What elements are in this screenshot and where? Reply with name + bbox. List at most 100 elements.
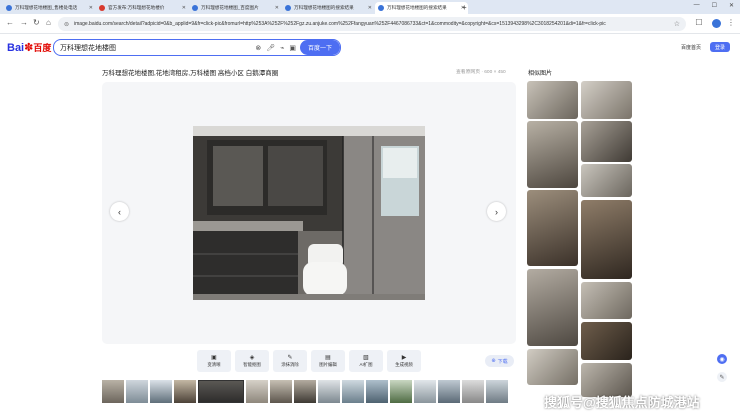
tab-title: 万科理想花地楼图_百度图片 [201,5,259,10]
baidu-favicon-icon [378,5,384,11]
filmstrip-thumb[interactable] [318,380,340,403]
filmstrip-thumb[interactable] [462,380,484,403]
image-viewer: ‹ › [102,82,516,344]
related-image[interactable] [527,121,578,188]
filmstrip-thumb[interactable] [246,380,268,403]
chevron-right-icon: › [495,206,498,217]
microphone-icon[interactable]: 🎤︎ [266,44,275,52]
related-image[interactable] [527,81,578,119]
new-tab-button[interactable]: + [462,3,467,12]
extensions-icon[interactable]: ☐ [694,18,704,28]
close-icon[interactable]: ✕ [368,5,372,11]
expand-icon: ▧ [363,354,369,361]
tool-erase[interactable]: ✎ 涂抹消除 [273,350,307,372]
home-icon[interactable]: ⌂ [46,18,51,27]
cutout-icon: ◈ [249,354,255,361]
search-button[interactable]: 百度一下 [300,40,340,55]
close-icon[interactable]: ✕ [182,5,186,11]
image-tools: ▣ 变清晰 ◈ 智能抠图 ✎ 涂抹消除 ▤ 图片编辑 ▧ AI扩图 ▶ 生成视频 [197,350,421,372]
related-image[interactable] [527,349,578,385]
tab-title: 万科理想花地楼图的搜索结果 [294,5,354,10]
paw-icon: ✽ [24,42,34,54]
related-image[interactable] [581,121,632,162]
related-images-title: 相似图片 [528,71,553,77]
browser-tab[interactable]: 官方发布:万科理想花地楼价 ✕ [96,2,189,14]
close-window-icon[interactable]: ✕ [729,2,734,9]
main-image[interactable] [193,126,425,300]
related-image[interactable] [527,269,578,346]
address-bar[interactable]: ⊜ image.baidu.com/search/detail?adpicid=… [58,17,686,31]
browser-tab-active[interactable]: 万科理想花地楼图的搜索结果 ✕ [375,2,468,14]
filmstrip-thumb-selected[interactable] [198,380,244,403]
related-image[interactable] [581,282,632,319]
download-button[interactable]: ⊕ 下载 [485,355,514,367]
filmstrip-thumb[interactable] [486,380,508,403]
maximize-icon[interactable]: ☐ [712,2,717,9]
edit-icon: ▤ [325,354,331,361]
filmstrip [102,380,516,403]
tool-edit[interactable]: ▤ 图片编辑 [311,350,345,372]
profile-avatar[interactable] [712,19,721,28]
search-box: ⊗ 🎤︎ ⌁ ▣ 百度一下 [53,39,341,56]
related-image[interactable] [581,322,632,360]
back-icon[interactable]: ← [6,18,14,27]
filmstrip-thumb[interactable] [102,380,124,403]
browser-tab[interactable]: 万科理想花地楼图的搜索结果 ✕ [282,2,375,14]
close-icon[interactable]: ✕ [275,5,279,11]
filmstrip-thumb[interactable] [270,380,292,403]
forward-icon[interactable]: → [20,18,28,27]
window-controls: — ☐ ✕ [694,2,734,9]
baidu-logo[interactable]: Bai✽百度 [7,41,51,54]
tab-title: 万科理想花地楼图的搜索结果 [387,5,447,10]
filmstrip-thumb[interactable] [342,380,364,403]
filmstrip-thumb[interactable] [294,380,316,403]
baidu-favicon-icon [285,5,291,11]
filmstrip-thumb[interactable] [414,380,436,403]
clear-icon[interactable]: ⊗ [255,44,261,52]
tool-cutout[interactable]: ◈ 智能抠图 [235,350,269,372]
reload-icon[interactable]: ↻ [33,18,40,27]
assistant-icon[interactable]: ◉ [717,354,727,364]
close-icon[interactable]: ✕ [89,5,93,11]
tool-expand[interactable]: ▧ AI扩图 [349,350,383,372]
video-icon: ▶ [401,354,407,361]
image-meta[interactable]: 查看原网页 · 600 × 450 [456,68,506,75]
filmstrip-thumb[interactable] [174,380,196,403]
filmstrip-thumb[interactable] [126,380,148,403]
bathroom-photo [193,126,425,300]
tool-enhance[interactable]: ▣ 变清晰 [197,350,231,372]
site-info-icon[interactable]: ⊜ [64,21,69,28]
search-input[interactable] [54,44,234,51]
related-image[interactable] [581,81,632,119]
tool-video[interactable]: ▶ 生成视频 [387,350,421,372]
related-image[interactable] [581,164,632,197]
browser-toolbar: ← → ↻ ⌂ ⊜ image.baidu.com/search/detail?… [0,14,740,34]
filmstrip-thumb[interactable] [438,380,460,403]
login-button[interactable]: 登录 [710,42,730,52]
browser-tab[interactable]: 万科理想花地楼图_百度图片 ✕ [189,2,282,14]
filmstrip-thumb[interactable] [390,380,412,403]
bookmark-star-icon[interactable]: ☆ [674,20,680,28]
next-image-button[interactable]: › [487,202,506,221]
eraser-icon: ✎ [287,354,293,361]
source-watermark: 搜狐号@搜狐焦点防城港站 [544,395,700,410]
baidu-favicon-icon [192,5,198,11]
baidu-home-link[interactable]: 百度首页 [681,44,701,51]
related-image[interactable] [527,190,578,266]
filmstrip-thumb[interactable] [150,380,172,403]
minimize-icon[interactable]: — [694,2,700,9]
browser-tabstrip: 万科理想花地楼图_售楼处电话 ✕ 官方发布:万科理想花地楼价 ✕ 万科理想花地楼… [0,0,740,14]
url-text[interactable]: image.baidu.com/search/detail?adpicid=0&… [74,21,670,27]
camera-icon[interactable]: ▣ [289,44,296,52]
menu-icon[interactable]: ⋮ [726,18,736,28]
browser-tab[interactable]: 万科理想花地楼图_售楼处电话 ✕ [3,2,96,14]
previous-image-button[interactable]: ‹ [110,202,129,221]
chevron-left-icon: ‹ [118,206,121,217]
feedback-icon[interactable]: ✎ [717,372,727,382]
image-title: 万科理想花地楼图,花地湾租房,万科楼图 高档小区 白鹅潭商圈 [102,70,279,77]
filmstrip-thumb[interactable] [366,380,388,403]
red-favicon-icon [99,5,105,11]
related-image[interactable] [581,200,632,279]
attachment-icon[interactable]: ⌁ [280,44,284,52]
tab-title: 万科理想花地楼图_售楼处电话 [15,5,78,10]
